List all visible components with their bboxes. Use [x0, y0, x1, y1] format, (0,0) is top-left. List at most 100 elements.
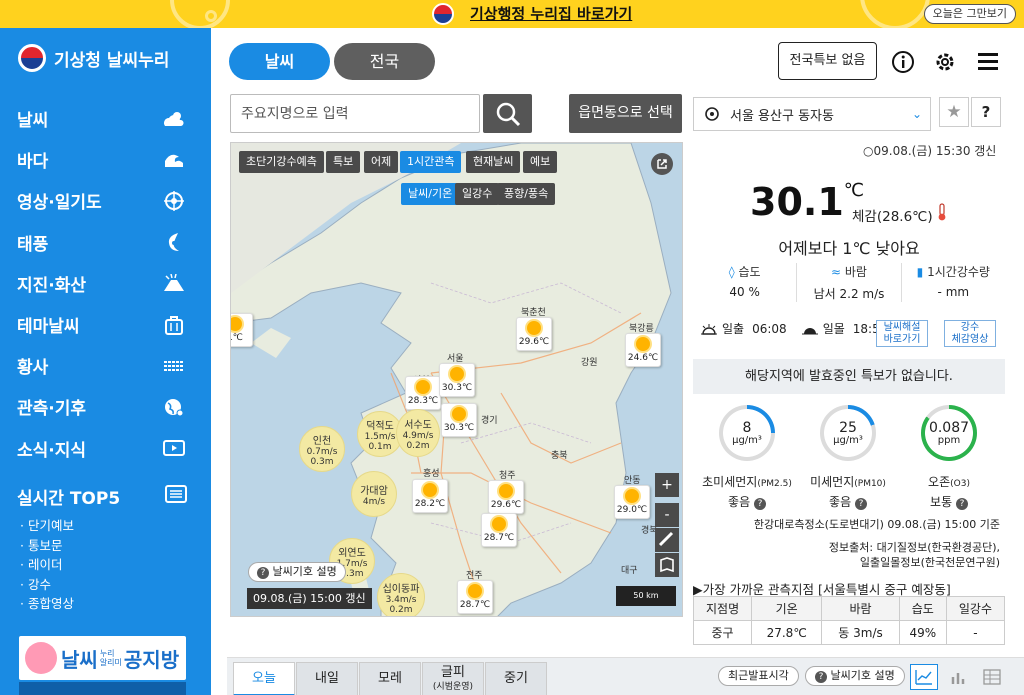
zoom-out-button[interactable]: -	[655, 503, 679, 527]
thermometer-icon	[938, 203, 946, 221]
weather-map[interactable]: 초단기강수예측 특보 어제 1시간관측 현재날씨 예보 날씨/기온 일강수 풍향…	[230, 142, 683, 617]
sunrise-label: 일출	[722, 322, 745, 336]
sidebar-item-weather[interactable]: 날씨	[0, 98, 211, 139]
list-icon[interactable]	[165, 485, 187, 508]
zoom-in-button[interactable]: +	[655, 473, 679, 497]
region-select-button[interactable]: 읍면동으로 선택	[569, 94, 682, 133]
top5-link[interactable]: · 통보문	[20, 536, 74, 556]
tab-midterm[interactable]: 중기	[485, 662, 547, 695]
sea-marker[interactable]: 십이동파 3.4m/s 0.2m	[377, 573, 425, 616]
ruler-icon[interactable]	[655, 528, 679, 552]
chip-forecast[interactable]: 예보	[523, 151, 558, 173]
weather-marker[interactable]: 28.2℃	[412, 479, 448, 513]
chip-yesterday[interactable]: 어제	[364, 151, 399, 173]
sidebar-item-earthquake[interactable]: 지진·화산	[0, 263, 211, 304]
weather-marker[interactable]: 28.3℃	[405, 376, 441, 410]
menu-label: 테마날씨	[17, 317, 80, 338]
search-input[interactable]	[230, 94, 480, 133]
top5-link[interactable]: · 단기예보	[20, 516, 74, 536]
weather-marker[interactable]: 29.0℃	[614, 485, 650, 519]
chart-view-icon[interactable]	[910, 664, 938, 690]
chip-warning[interactable]: 특보	[326, 151, 361, 173]
weather-marker[interactable]: 29.6℃	[488, 480, 524, 514]
sidebar-item-sea[interactable]: 바다	[0, 139, 211, 180]
stat-value: 남서 2.2 m/s	[813, 287, 885, 301]
help-icon[interactable]: ?	[854, 498, 867, 510]
air-quality-pm10[interactable]: 25 μg/m³ 미세먼지(PM10) 좋음 ?	[803, 405, 893, 510]
tab-nation[interactable]: 전국	[334, 43, 435, 80]
rain-feel-video-button[interactable]: 강수 체감영상	[944, 320, 996, 347]
sun-icon	[450, 367, 464, 381]
chip-weather-temp[interactable]: 날씨/기온	[401, 183, 460, 205]
weather-marker[interactable]: 1℃	[231, 313, 253, 347]
chip-wind[interactable]: 풍향/풍속	[497, 183, 556, 205]
top5-link[interactable]: · 레이더	[20, 555, 74, 575]
sea-marker[interactable]: 가대암 4m/s	[351, 471, 397, 517]
notice-banner[interactable]: 날씨 누리 알리미 공지방	[19, 636, 186, 680]
btn-line: 체감영상	[951, 334, 989, 345]
weather-marker[interactable]: 30.3℃	[441, 403, 477, 437]
map-layer-icon[interactable]	[655, 553, 679, 577]
weather-marker[interactable]: 30.3℃	[439, 363, 475, 397]
sidebar-item-typhoon[interactable]: 태풍	[0, 222, 211, 263]
help-button[interactable]: ?	[971, 97, 1001, 127]
data-source: 정보출처: 대기질정보(한국환경공단), 일출일몰정보(한국천문연구원)	[829, 540, 1000, 570]
weather-marker[interactable]: 24.6℃	[625, 333, 661, 367]
tab-day-after[interactable]: 모레	[359, 662, 421, 695]
gear-icon[interactable]	[932, 49, 958, 75]
weather-commentary-button[interactable]: 날씨해설 바로가기	[876, 320, 928, 347]
latest-release-button[interactable]: 최근발표시각	[718, 666, 799, 686]
top5-link[interactable]: · 종합영상	[20, 594, 74, 614]
tab-today[interactable]: 오늘	[233, 662, 295, 695]
national-warning-button[interactable]: 전국특보 없음	[778, 42, 877, 80]
temp-label: 30.3℃	[443, 423, 475, 433]
chip-current[interactable]: 현재날씨	[466, 151, 521, 173]
top5-link[interactable]: · 강수	[20, 575, 74, 595]
weather-marker[interactable]: 28.7℃	[481, 513, 517, 547]
air-quality-ozone[interactable]: 0.087 ppm 오존(O3) 보통 ?	[904, 405, 994, 510]
sidebar-item-dust[interactable]: 황사	[0, 345, 211, 386]
feels-like: 체감(28.6℃)	[852, 203, 947, 225]
refresh-icon[interactable]: ○	[863, 144, 873, 158]
decor-circle	[205, 10, 217, 22]
sidebar-item-observation[interactable]: 관측·기후	[0, 386, 211, 427]
tab-weather[interactable]: 날씨	[229, 43, 330, 80]
sea-marker[interactable]: 인천 0.7m/s 0.3m	[299, 426, 345, 472]
chip-nowcast[interactable]: 초단기강수예측	[239, 151, 324, 173]
tab-third-day[interactable]: 글피 (시범운영)	[422, 662, 484, 695]
map-legend-button[interactable]: ? 날씨기호 설명	[248, 562, 346, 582]
chip-daily-rain[interactable]: 일강수	[455, 183, 500, 205]
air-quality-pm25[interactable]: 8 μg/m³ 초미세먼지(PM2.5) 좋음 ?	[702, 405, 792, 510]
sidebar-item-theme[interactable]: 테마날씨	[0, 304, 211, 345]
secondary-banner[interactable]	[19, 682, 186, 695]
stat-label: 1시간강수량	[927, 265, 990, 279]
admin-portal-link[interactable]: 기상행정 누리집 바로가기	[470, 3, 632, 24]
help-icon[interactable]: ?	[753, 498, 766, 510]
weather-legend-button[interactable]: ? 날씨기호 설명	[805, 666, 905, 686]
location-select[interactable]: 서울 용산구 동자동 ⌄	[693, 97, 931, 131]
sea-marker[interactable]: 서수도 4.9m/s 0.2m	[396, 409, 440, 457]
table-view-icon[interactable]	[978, 664, 1006, 690]
tab-tomorrow[interactable]: 내일	[296, 662, 358, 695]
realtime-top5-header: 실시간 TOP5	[0, 484, 211, 509]
aq-sub: (PM10)	[854, 479, 886, 489]
measurement-station: 한강대로측정소(도로변대기) 09.08.(금) 15:00 기준	[753, 518, 1000, 531]
hamburger-menu-icon[interactable]	[975, 49, 1001, 75]
site-logo[interactable]: 기상청 날씨누리	[18, 44, 169, 72]
favorite-button[interactable]: ★	[939, 97, 969, 127]
banner-small-2: 알리미	[99, 658, 122, 667]
top5-label: 통보문	[27, 537, 63, 553]
sidebar-item-news[interactable]: 소식·지식	[0, 428, 211, 469]
weather-marker[interactable]: 28.7℃	[457, 580, 493, 614]
external-link-icon[interactable]	[651, 153, 673, 175]
chip-hourly-obs[interactable]: 1시간관측	[400, 151, 462, 173]
weather-marker[interactable]: 29.6℃	[516, 317, 552, 351]
hide-today-button[interactable]: 오늘은 그만보기	[923, 4, 1016, 24]
help-icon[interactable]: ?	[955, 498, 968, 510]
search-button[interactable]	[483, 94, 532, 133]
table-header: 일강수	[945, 596, 1006, 621]
bar-view-icon[interactable]	[945, 664, 973, 690]
sidebar-item-imagery[interactable]: 영상·일기도	[0, 180, 211, 221]
info-icon[interactable]	[890, 49, 916, 75]
sea-marker-name: 외연도	[338, 547, 366, 559]
